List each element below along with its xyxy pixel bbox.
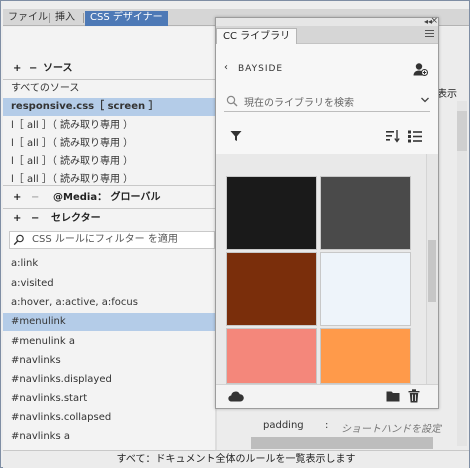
tab-cc-libraries[interactable]: CC ライブラリ (216, 28, 298, 44)
selector-item[interactable]: #navlinks.displayed (3, 371, 215, 389)
selector-filter-input[interactable]: CSS ルールにフィルター を適用 (9, 231, 215, 249)
property-colon: : (325, 420, 329, 431)
selector-item[interactable]: a:link (3, 255, 215, 273)
trash-icon[interactable] (408, 389, 420, 406)
add-media-button[interactable]: + (13, 188, 21, 208)
sources-header: + − ソース (3, 59, 215, 79)
cc-libraries-panel: ◂◂ × CC ライブラリ ‹ BAYSIDE 現在のライブラリを検索 (215, 17, 439, 409)
source-item-all[interactable]: すべてのソース (3, 80, 215, 98)
selectors-title: セレクター (51, 213, 101, 224)
add-selector-button[interactable]: + (13, 209, 21, 229)
shorthand-value-field[interactable]: ショートハンドを設定 (341, 420, 441, 435)
sources-title: ソース (43, 63, 73, 74)
color-swatch[interactable] (226, 252, 317, 326)
filter-icon[interactable] (230, 130, 242, 145)
folder-icon[interactable] (386, 390, 400, 405)
source-item[interactable]: l［ all ］（ 読み取り専用 ） (3, 135, 215, 153)
library-name: BAYSIDE (238, 64, 284, 74)
selector-item[interactable]: #navlinks.collapsed (3, 409, 215, 427)
cloud-icon[interactable] (228, 391, 244, 405)
tab-separator (83, 13, 84, 23)
selector-item[interactable]: #navlinks.start (3, 390, 215, 408)
sort-icon[interactable] (386, 129, 400, 146)
library-content-area (216, 154, 438, 384)
css-designer-left-panel: + − ソース すべてのソース responsive.css［ screen ］… (3, 27, 215, 450)
search-icon (13, 234, 25, 249)
properties-scrollbar[interactable] (457, 101, 467, 446)
source-item-responsive[interactable]: responsive.css［ screen ］ (3, 98, 215, 116)
media-title: @Media： グローバル (53, 192, 161, 203)
selector-item[interactable]: a:hover, a:active, a:focus (3, 294, 215, 312)
show-label: 表示 (437, 89, 457, 100)
selector-item[interactable]: #navlinks (3, 352, 215, 370)
color-swatch[interactable] (320, 328, 411, 384)
source-item[interactable]: l［ all ］（ 読み取り専用 ） (3, 153, 215, 171)
selector-item[interactable]: #menulink a (3, 333, 215, 351)
search-icon (226, 95, 238, 110)
remove-selector-button[interactable]: − (31, 209, 39, 229)
panel-drag-bar[interactable]: ◂◂ × (216, 17, 438, 26)
status-bar: すべて：ドキュメント全体のルールを一覧表示します (3, 450, 469, 468)
color-swatch[interactable] (320, 176, 411, 250)
divider (3, 185, 215, 186)
color-swatch[interactable] (226, 176, 317, 250)
property-name: padding (263, 420, 304, 431)
list-view-icon[interactable] (408, 129, 422, 146)
tab-css-designer[interactable]: CSS デザイナー (85, 11, 168, 26)
remove-media-button[interactable]: − (31, 188, 39, 208)
selectors-header: + − セレクター (3, 209, 215, 229)
add-source-button[interactable]: + (13, 59, 21, 79)
tab-insert[interactable]: 挿入 (50, 11, 80, 26)
selector-item[interactable]: a:visited (3, 275, 215, 293)
panel-menu-icon[interactable] (425, 30, 434, 39)
filter-placeholder: CSS ルールにフィルター を適用 (32, 234, 178, 245)
source-item[interactable]: l［ all ］（ 読み取り専用 ） (3, 171, 215, 183)
color-swatch[interactable] (226, 328, 317, 384)
cc-bottom-toolbar (216, 384, 438, 408)
chevron-down-icon[interactable] (420, 95, 430, 108)
media-header: + − @Media： グローバル (3, 188, 215, 208)
selector-item[interactable]: #navlinks a (3, 428, 215, 446)
user-add-icon[interactable] (412, 61, 428, 80)
source-item[interactable]: l［ all ］（ 読み取り専用 ） (3, 117, 215, 135)
app-window: ファイル 挿入 CSS デザイナー + − ソース すべてのソース respon… (0, 0, 470, 468)
property-bar (251, 437, 433, 449)
remove-source-button[interactable]: − (29, 59, 37, 79)
library-search-input[interactable]: 現在のライブラリを検索 (224, 92, 430, 112)
library-scroll-thumb[interactable] (428, 240, 436, 302)
tab-file[interactable]: ファイル (3, 11, 53, 26)
back-icon[interactable]: ‹ (224, 62, 229, 73)
close-icon[interactable]: × (430, 17, 438, 26)
property-row-padding: padding : ショートハンドを設定 (241, 417, 451, 435)
properties-scroll-thumb[interactable] (457, 111, 467, 151)
search-placeholder: 現在のライブラリを検索 (244, 98, 354, 109)
color-swatch[interactable] (320, 252, 411, 326)
cc-tab-bar: CC ライブラリ (216, 26, 438, 44)
selector-item-selected[interactable]: #menulink (3, 313, 215, 331)
